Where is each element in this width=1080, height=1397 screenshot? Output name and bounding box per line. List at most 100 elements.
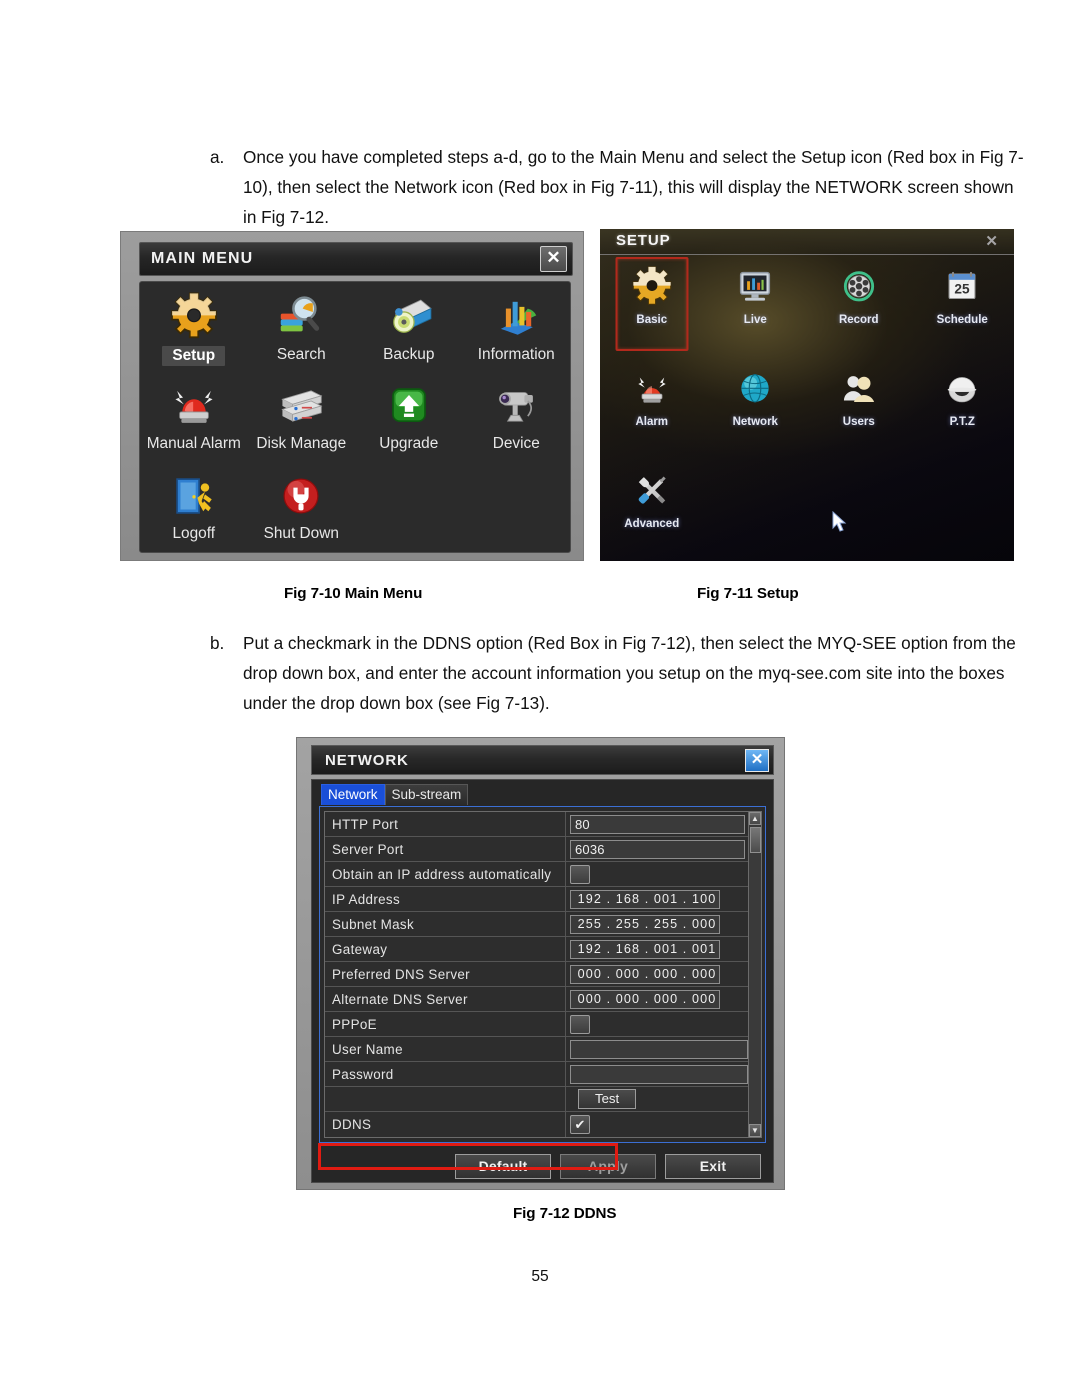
tab-network[interactable]: Network: [321, 784, 385, 805]
password-input[interactable]: [570, 1064, 748, 1084]
scroll-down-icon[interactable]: ▼: [749, 1124, 761, 1137]
scrollbar-track[interactable]: [749, 853, 761, 1124]
siren-icon: [175, 391, 213, 424]
setup-cell-empty: [911, 459, 1015, 561]
row-value: 000 . 000 . 000 . 000: [566, 962, 748, 986]
http-port-input[interactable]: 80: [570, 814, 745, 834]
wrench-screwdriver-icon: [638, 476, 666, 504]
row-subnet-mask: Subnet Mask 255 . 255 . 255 . 000: [325, 912, 748, 937]
scrollbar-thumb[interactable]: [749, 827, 761, 853]
subnet-mask-input[interactable]: 255 . 255 . 255 . 000: [570, 914, 720, 934]
setup-item-label: Alarm: [635, 416, 669, 428]
exit-door-icon: [176, 477, 212, 514]
menu-item-setup[interactable]: Setup: [140, 284, 248, 373]
row-value: 80: [566, 812, 748, 836]
row-label: Gateway: [325, 937, 566, 961]
setup-item-live[interactable]: Live: [704, 255, 808, 357]
figure-setup: SETUP ✕ Basic Live Record 25 Schedule Al…: [600, 229, 1014, 561]
menu-item-shut-down[interactable]: Shut Down: [248, 463, 356, 552]
paragraph-b-marker: b.: [210, 633, 225, 653]
setup-item-label: Network: [732, 416, 778, 428]
network-rows: HTTP Port 80 Server Port 6036 Obtain an …: [324, 811, 748, 1138]
close-icon[interactable]: ✕: [745, 749, 769, 772]
row-label: Preferred DNS Server: [325, 962, 566, 986]
network-settings-panel: HTTP Port 80 Server Port 6036 Obtain an …: [319, 806, 766, 1143]
setup-item-advanced[interactable]: Advanced: [600, 459, 704, 561]
row-ip-address: IP Address 192 . 168 . 001 . 100: [325, 887, 748, 912]
exit-button[interactable]: Exit: [665, 1154, 761, 1179]
main-menu-titlebar: MAIN MENU ✕: [139, 242, 573, 276]
close-icon[interactable]: ✕: [985, 232, 998, 250]
row-password: Password: [325, 1062, 748, 1087]
setup-item-basic[interactable]: Basic: [600, 255, 704, 357]
ip-address-input[interactable]: 192 . 168 . 001 . 100: [570, 889, 720, 909]
row-label: Obtain an IP address automatically: [325, 862, 566, 886]
row-value: ✔: [566, 1112, 748, 1137]
alternate-dns-input[interactable]: 000 . 000 . 000 . 000: [570, 989, 720, 1009]
row-value: 000 . 000 . 000 . 000: [566, 987, 748, 1011]
row-server-port: Server Port 6036: [325, 837, 748, 862]
menu-item-search[interactable]: Search: [248, 284, 356, 373]
row-value: [566, 1037, 748, 1061]
user-name-input[interactable]: [570, 1039, 748, 1059]
bar-chart-icon: [501, 301, 537, 335]
setup-item-alarm[interactable]: Alarm: [600, 357, 704, 459]
row-label: User Name: [325, 1037, 566, 1061]
calendar-25-icon: 25: [948, 271, 976, 300]
menu-item-information[interactable]: Information: [463, 284, 571, 373]
setup-item-label: Users: [842, 416, 875, 428]
setup-titlebar: SETUP ✕: [600, 229, 1014, 255]
obtain-ip-checkbox[interactable]: [570, 864, 590, 884]
menu-item-upgrade[interactable]: Upgrade: [355, 373, 463, 462]
row-value: [566, 1012, 748, 1036]
monitor-chart-icon: [740, 271, 771, 301]
test-button[interactable]: Test: [578, 1089, 637, 1109]
menu-item-label: Setup: [162, 346, 226, 366]
row-label: Subnet Mask: [325, 912, 566, 936]
setup-item-users[interactable]: Users: [807, 357, 911, 459]
figure-network-dialog: NETWORK ✕ Network Sub-stream HTTP Port 8…: [296, 737, 785, 1190]
menu-item-device[interactable]: Device: [463, 373, 571, 462]
row-user-name: User Name: [325, 1037, 748, 1062]
setup-item-network[interactable]: Network: [704, 357, 808, 459]
menu-item-backup[interactable]: Backup: [355, 284, 463, 373]
server-port-input[interactable]: 6036: [570, 839, 745, 859]
close-icon[interactable]: ✕: [540, 246, 567, 272]
highlight-box-ddns: [318, 1143, 618, 1170]
row-value: [566, 1062, 748, 1086]
setup-item-label: P.T.Z: [949, 416, 975, 428]
row-label: [325, 1087, 566, 1111]
menu-item-disk-manage[interactable]: Disk Manage: [248, 373, 356, 462]
paragraph-b: b. Put a checkmark in the DDNS option (R…: [210, 628, 1028, 718]
paragraph-a: a. Once you have completed steps a-d, go…: [210, 142, 1028, 232]
menu-item-label: Disk Manage: [256, 435, 347, 453]
network-titlebar: NETWORK ✕: [311, 745, 774, 775]
disc-drive-icon: [392, 299, 432, 333]
pppoe-checkbox[interactable]: [570, 1014, 590, 1034]
setup-item-schedule[interactable]: 25 Schedule: [911, 255, 1015, 357]
scrollbar[interactable]: ▲ ▼: [748, 811, 762, 1138]
figure-caption-712: Fig 7-12 DDNS: [513, 1205, 617, 1222]
paragraph-a-text: Once you have completed steps a-d, go to…: [243, 147, 1024, 227]
page-number: 55: [531, 1268, 549, 1285]
users-icon: [843, 376, 874, 402]
preferred-dns-input[interactable]: 000 . 000 . 000 . 000: [570, 964, 720, 984]
setup-item-record[interactable]: Record: [807, 255, 911, 357]
setup-cell-empty: [704, 459, 808, 561]
row-preferred-dns-server: Preferred DNS Server 000 . 000 . 000 . 0…: [325, 962, 748, 987]
hard-disks-icon: [281, 390, 323, 423]
tab-sub-stream[interactable]: Sub-stream: [384, 784, 469, 805]
scroll-up-icon[interactable]: ▲: [749, 812, 761, 825]
setup-item-ptz[interactable]: P.T.Z: [911, 357, 1015, 459]
menu-item-logoff[interactable]: Logoff: [140, 463, 248, 552]
row-value: [566, 862, 748, 886]
menu-item-manual-alarm[interactable]: Manual Alarm: [140, 373, 248, 462]
ddns-checkbox[interactable]: ✔: [570, 1114, 590, 1134]
gear-icon: [632, 266, 671, 305]
row-value: 255 . 255 . 255 . 000: [566, 912, 748, 936]
gateway-input[interactable]: 192 . 168 . 001 . 001: [570, 939, 720, 959]
setup-item-label: Record: [838, 314, 879, 326]
calendar-day-number: 25: [955, 281, 971, 296]
row-label: PPPoE: [325, 1012, 566, 1036]
menu-item-label: Information: [477, 346, 555, 363]
